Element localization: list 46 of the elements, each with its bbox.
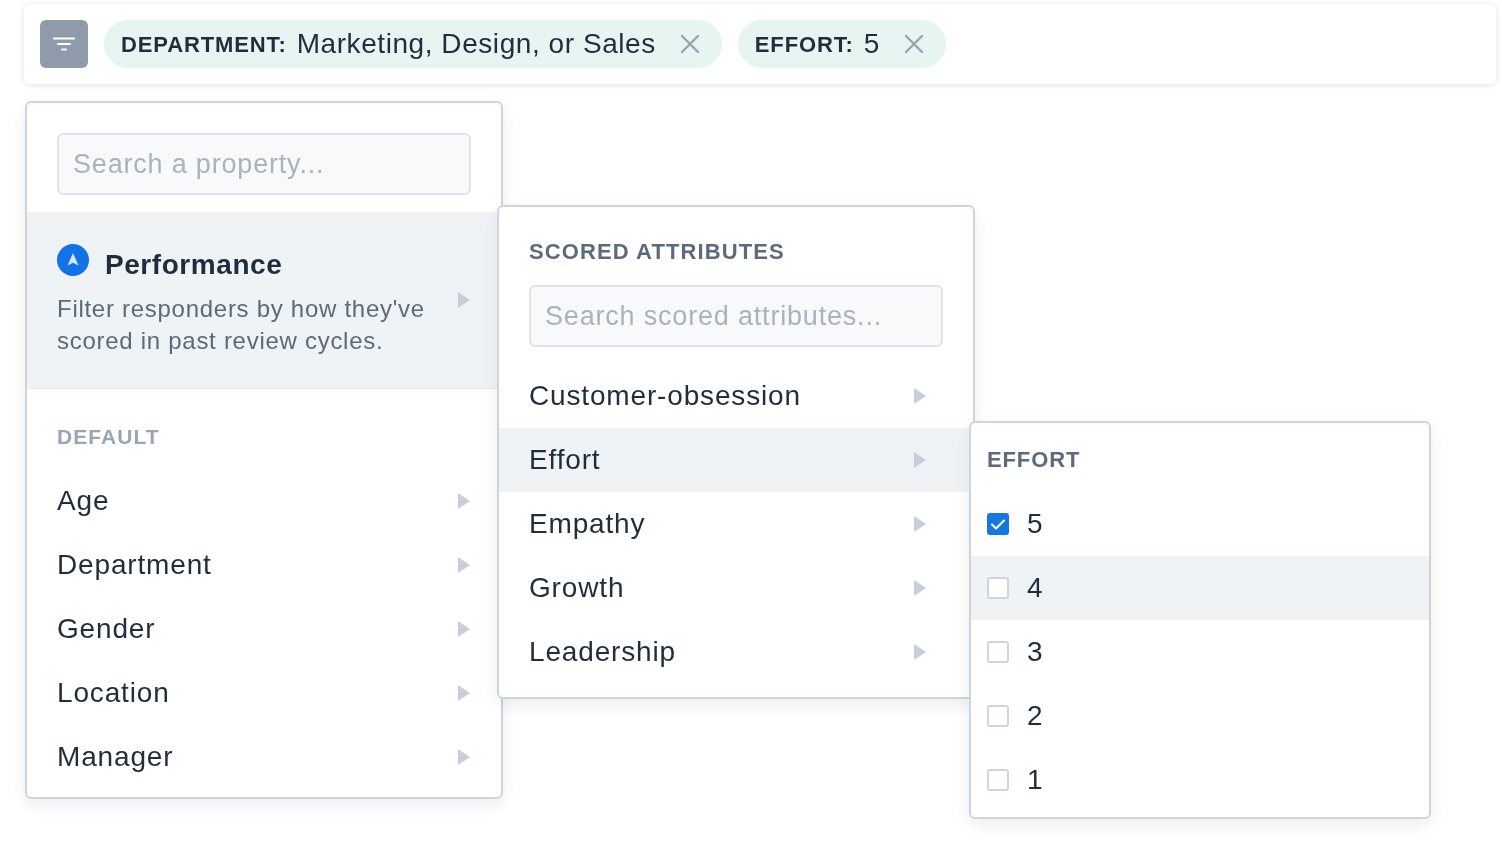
chip-label: EFFORT:: [754, 30, 854, 59]
filter-chip[interactable]: EFFORT: 5: [737, 20, 946, 68]
search-field[interactable]: Search scored attributes...: [529, 285, 943, 347]
caret-right-icon: [458, 685, 470, 701]
caret-right-icon: [458, 749, 470, 765]
caret-right-icon: [914, 452, 926, 468]
menu-heading: EFFORT: [987, 446, 1081, 474]
search-field[interactable]: Search a property...: [57, 133, 471, 195]
option-row[interactable]: 4: [971, 556, 1429, 620]
filter-chip[interactable]: DEPARTMENT: Marketing, Design, or Sales: [104, 20, 722, 68]
close-icon: [679, 34, 700, 54]
close-icon: [903, 34, 924, 54]
option-row[interactable]: 1: [971, 748, 1429, 812]
option-label: 1: [1027, 763, 1044, 797]
filter-button[interactable]: [40, 20, 88, 68]
caret-right-icon: [914, 644, 926, 660]
menu-item[interactable]: Customer-obsession: [499, 364, 973, 428]
chip-label: DEPARTMENT:: [121, 30, 287, 59]
chip-value: Marketing, Design, or Sales: [296, 27, 656, 61]
caret-right-icon: [458, 557, 470, 573]
section-heading: DEFAULT: [57, 424, 160, 450]
option-description: Filter responders by how they've scored in past review cycles.: [57, 293, 426, 356]
remove-filter-button[interactable]: [679, 34, 700, 54]
option-title: Performance: [105, 247, 283, 282]
remove-filter-button[interactable]: [903, 34, 924, 54]
caret-right-icon: [914, 388, 926, 404]
option-label: 3: [1027, 635, 1044, 669]
option-label: 4: [1027, 571, 1044, 605]
menu-item[interactable]: Manager: [27, 725, 501, 789]
arrow-circle-icon: [57, 243, 89, 276]
menu-item[interactable]: Location: [27, 661, 501, 725]
option-label: 2: [1027, 699, 1044, 733]
caret-right-icon: [914, 580, 926, 596]
caret-right-icon: [458, 493, 470, 509]
option-label: 5: [1027, 507, 1044, 541]
caret-right-icon: [914, 516, 926, 532]
option-row[interactable]: 3: [971, 620, 1429, 684]
caret-right-icon: [458, 621, 470, 637]
menu-heading: SCORED ATTRIBUTES: [529, 238, 785, 266]
filter-icon: [53, 37, 75, 51]
option-row[interactable]: 5: [971, 492, 1429, 556]
check-icon: [991, 518, 1005, 530]
caret-right-icon: [458, 292, 470, 308]
checkbox[interactable]: [987, 513, 1009, 535]
option-row[interactable]: 2: [971, 684, 1429, 748]
chip-value: 5: [863, 27, 880, 61]
